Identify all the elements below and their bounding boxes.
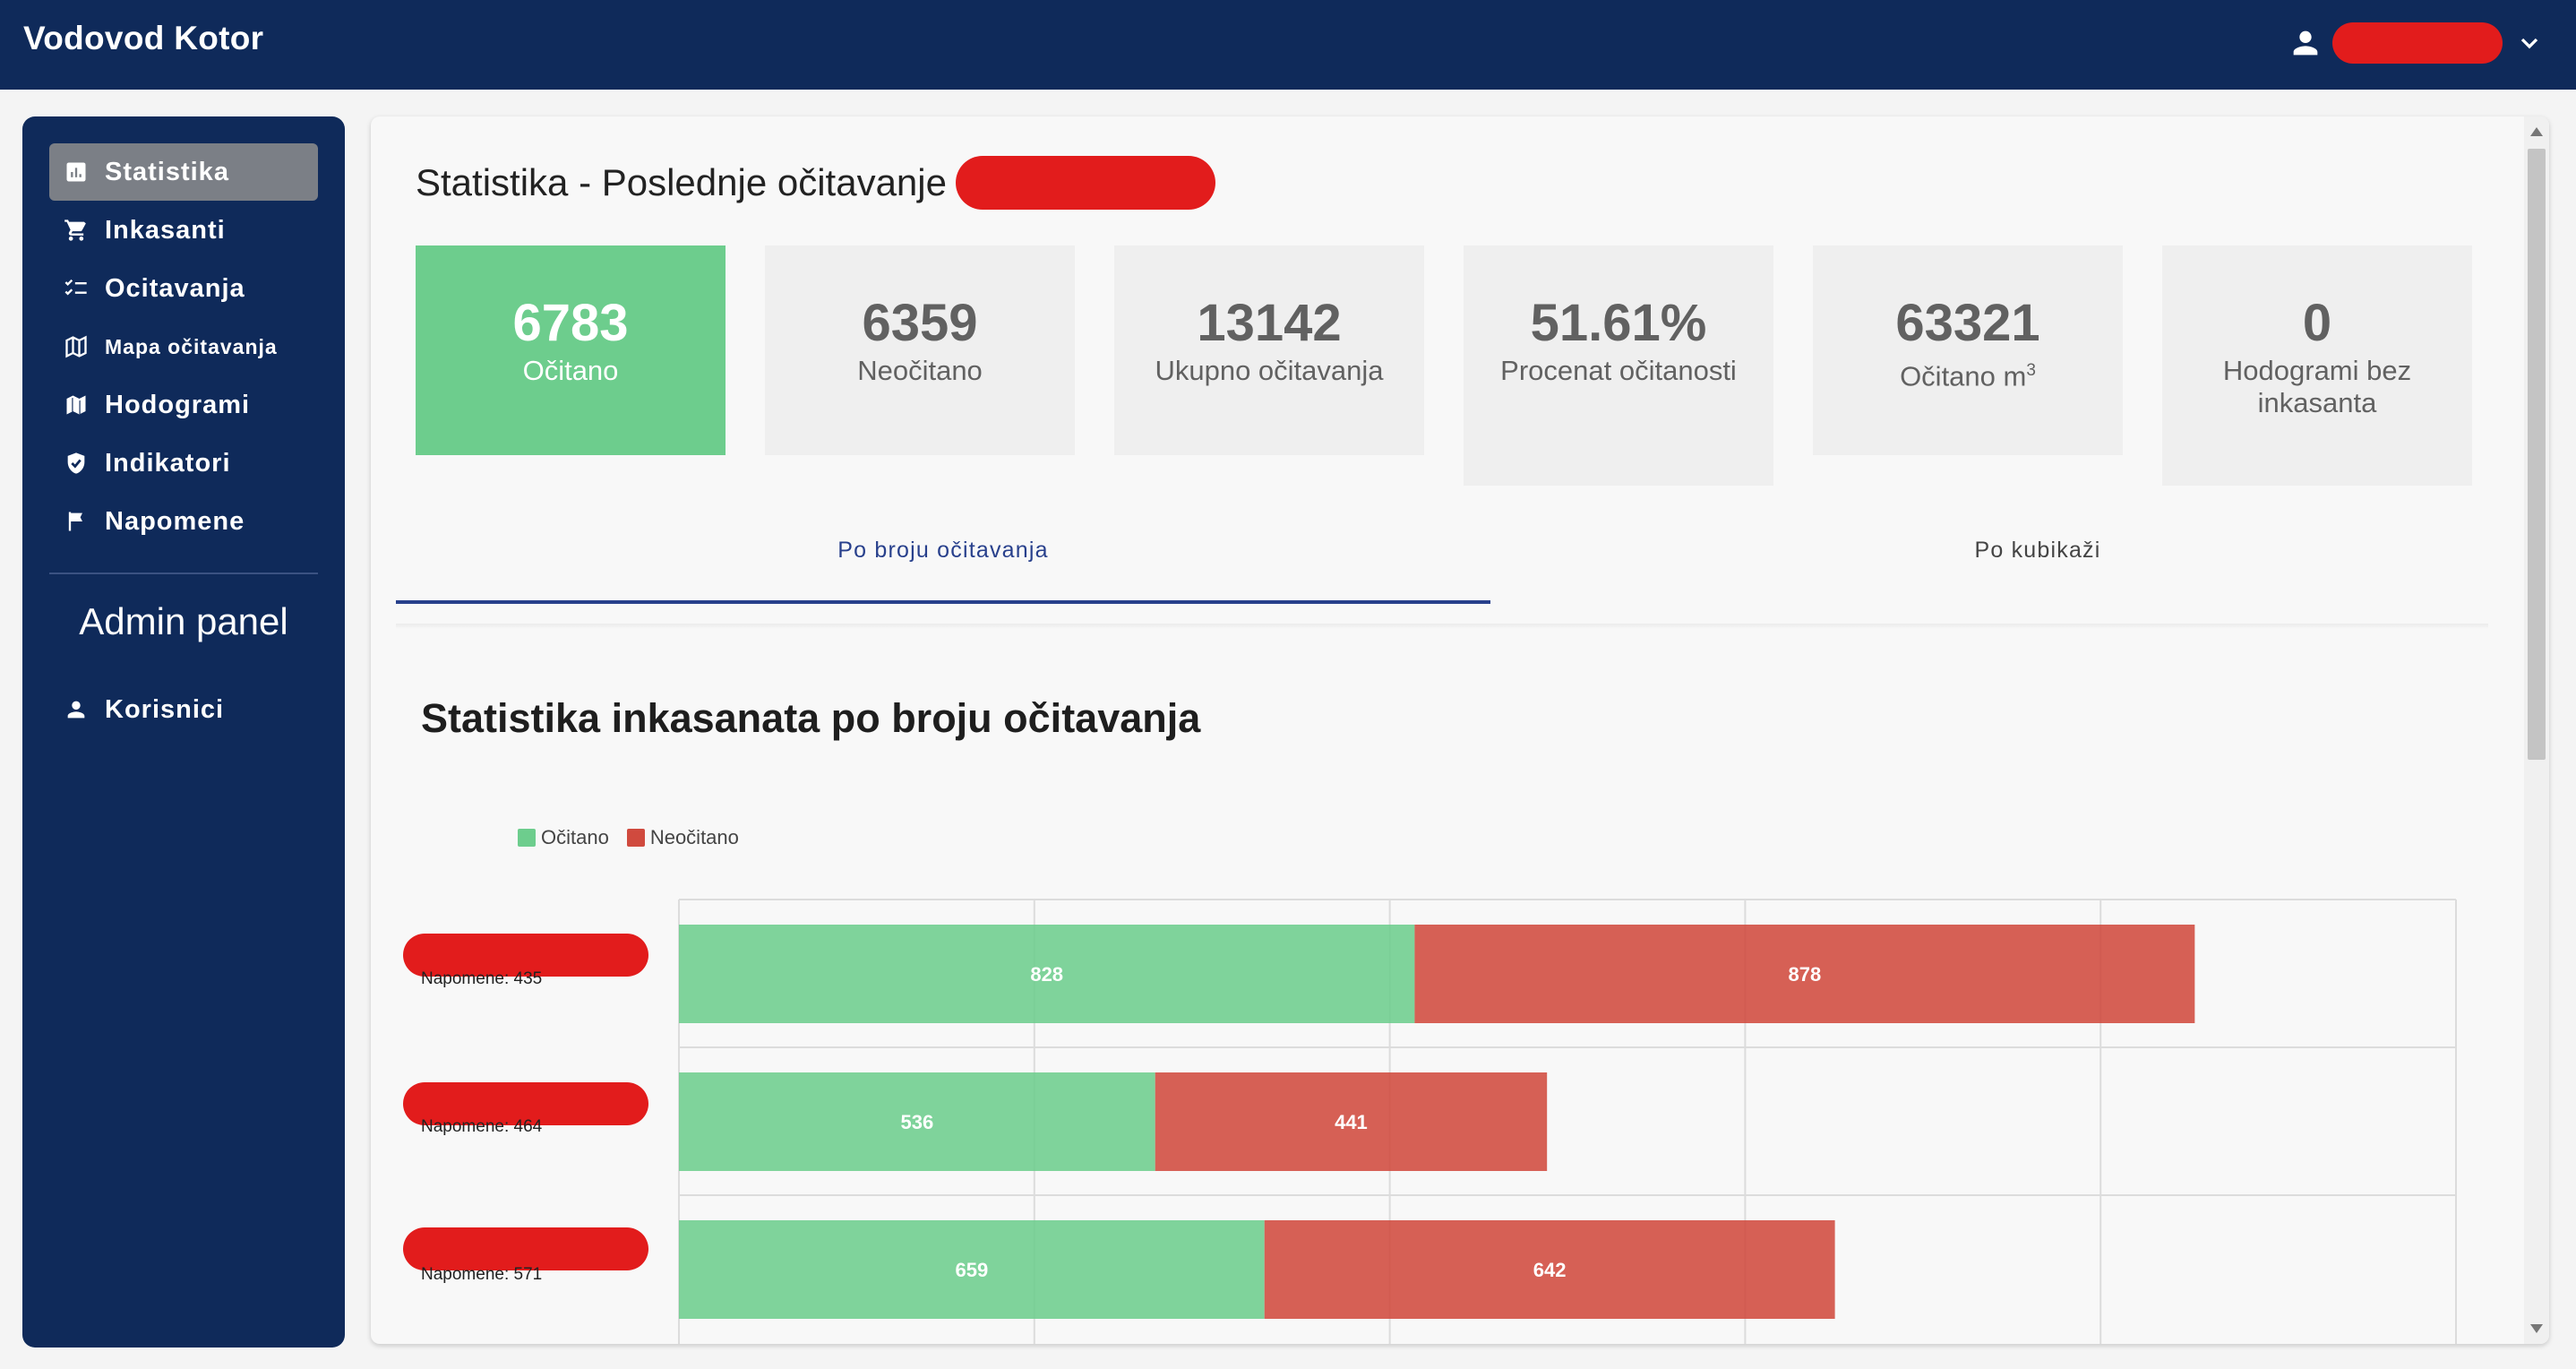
sidebar-item-label: Indikatori (105, 448, 231, 478)
checklist-icon (64, 279, 87, 296)
flag-icon (68, 512, 82, 531)
redacted-inkasant-name (403, 1227, 648, 1270)
person-icon (67, 701, 85, 719)
sidebar-item-inkasanti[interactable]: Inkasanti (49, 202, 318, 259)
sidebar-item-label: Ocitavanja (105, 273, 245, 303)
person-icon (2293, 30, 2318, 56)
scrollbar-thumb[interactable] (2528, 149, 2546, 760)
sidebar-item-label: Napomene (105, 506, 245, 536)
category-label: Napomene: 571 (421, 1265, 543, 1284)
sidebar-item-label: Mapa očitavanja (105, 334, 278, 358)
map-filled-icon (66, 395, 86, 415)
sidebar-item-label: Korisnici (105, 694, 225, 724)
user-menu[interactable] (2288, 14, 2544, 72)
sidebar-item-korisnici[interactable]: Korisnici (49, 681, 318, 738)
shield-check-icon (67, 452, 85, 474)
category-label: Napomene: 464 (421, 1117, 543, 1136)
sidebar-item-statistika[interactable]: Statistika (49, 143, 318, 201)
sidebar: Statistika Inkasanti Ocitavanja Mapa oči… (22, 116, 345, 1347)
bar-value-label: 642 (1533, 1259, 1567, 1281)
chevron-down-icon[interactable] (2515, 29, 2544, 57)
stacked-bar-chart: 828 878 536 441 659 642 (678, 899, 2457, 1344)
bar-value-label: 441 (1335, 1111, 1368, 1133)
main-content: Statistika - Poslednje očitavanje 6783 O… (371, 116, 2549, 1344)
sidebar-item-hodogrami[interactable]: Hodogrami (49, 376, 318, 434)
redacted-username (2332, 22, 2503, 64)
sidebar-item-ocitavanja[interactable]: Ocitavanja (49, 260, 318, 317)
bar-value-label: 536 (900, 1111, 933, 1133)
sidebar-item-napomene[interactable]: Napomene (49, 493, 318, 550)
bar-chart-icon (66, 162, 86, 182)
map-icon (65, 335, 87, 358)
scroll-down-arrow[interactable] (2530, 1324, 2543, 1333)
top-app-bar: Vodovod Kotor (0, 0, 2576, 90)
sidebar-item-label: Statistika (105, 157, 229, 186)
sidebar-item-mapa-ocitavanja[interactable]: Mapa očitavanja (49, 318, 318, 375)
bar-value-label: 659 (956, 1259, 989, 1281)
category-label: Napomene: 435 (421, 969, 543, 988)
app-title[interactable]: Vodovod Kotor (23, 20, 263, 57)
admin-panel-title: Admin panel (79, 600, 288, 642)
sidebar-divider (49, 573, 318, 574)
cart-icon (64, 220, 86, 241)
bar-value-label: 878 (1789, 963, 1822, 986)
vertical-scrollbar[interactable] (2524, 116, 2549, 1344)
sidebar-item-indikatori[interactable]: Indikatori (49, 435, 318, 492)
bar-value-label: 828 (1030, 963, 1063, 986)
scroll-up-arrow[interactable] (2530, 127, 2543, 136)
sidebar-item-label: Inkasanti (105, 215, 226, 245)
sidebar-item-label: Hodogrami (105, 390, 251, 419)
